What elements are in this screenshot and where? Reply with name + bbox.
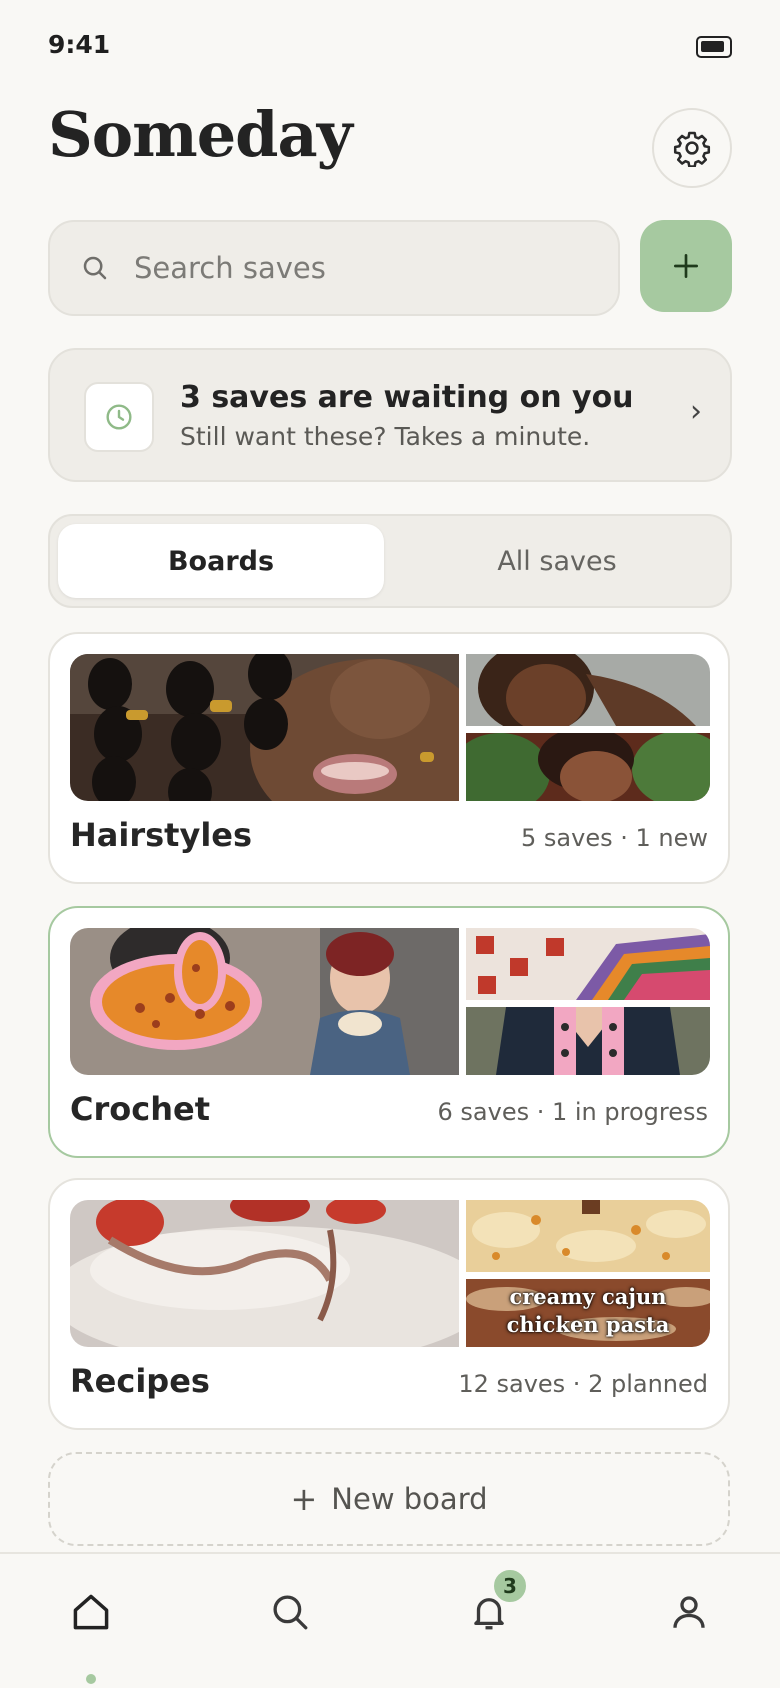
clock-icon — [106, 404, 132, 430]
user-icon — [673, 1596, 705, 1628]
settings-button[interactable] — [652, 108, 732, 188]
new-board-button[interactable]: + New board — [48, 1452, 730, 1546]
board-title: Crochet — [70, 1090, 210, 1128]
board-meta: 5 saves · 1 new — [521, 824, 708, 852]
board-card-hairstyles[interactable]: Hairstyles 5 saves · 1 new — [48, 632, 730, 884]
board-cover-top-right — [466, 928, 710, 1000]
board-cover-bottom-right — [466, 733, 710, 801]
page-title: Someday — [48, 98, 353, 171]
thumbnail-caption: creamy cajun chicken pasta — [506, 1284, 670, 1337]
chevron-right-icon: › — [690, 394, 702, 429]
plus-icon: + — [290, 1480, 318, 1518]
home-icon — [73, 1594, 109, 1630]
board-cover-top-right — [466, 1200, 710, 1272]
battery-icon — [696, 36, 732, 58]
board-title: Hairstyles — [70, 816, 253, 854]
board-cover-main — [70, 928, 459, 1075]
tab-search[interactable] — [260, 1582, 320, 1642]
board-card-crochet[interactable]: Crochet 6 saves · 1 in progress — [48, 906, 730, 1158]
plus-icon — [674, 254, 698, 278]
board-cover-main — [70, 1200, 459, 1347]
review-banner[interactable]: 3 saves are waiting on you Still want th… — [48, 348, 732, 482]
tab-boards[interactable]: Boards — [58, 524, 384, 598]
banner-subtitle: Still want these? Takes a minute. — [180, 422, 591, 451]
board-cover-bottom-right: creamy cajun chicken pasta — [466, 1279, 710, 1347]
board-title: Recipes — [70, 1362, 210, 1400]
board-cover-top-right — [466, 654, 710, 726]
gear-icon — [673, 131, 711, 167]
board-cover-main — [70, 654, 459, 801]
tab-home[interactable] — [61, 1582, 121, 1642]
view-segmented-control: Boards All saves — [48, 514, 732, 608]
tab-profile[interactable] — [659, 1582, 719, 1642]
search-icon — [80, 253, 110, 283]
search-icon — [273, 1595, 308, 1630]
status-time: 9:41 — [48, 30, 111, 59]
active-tab-indicator — [86, 1674, 96, 1684]
bottom-tab-bar: 3 — [0, 1552, 780, 1688]
new-board-label: New board — [331, 1482, 488, 1516]
banner-icon-box — [84, 382, 154, 452]
board-cover-bottom-right — [466, 1007, 710, 1075]
board-card-recipes[interactable]: creamy cajun chicken pasta Recipes 12 sa… — [48, 1178, 730, 1430]
search-placeholder: Search saves — [134, 251, 326, 285]
board-meta: 6 saves · 1 in progress — [437, 1098, 708, 1126]
search-input[interactable]: Search saves — [48, 220, 620, 316]
tab-all-saves[interactable]: All saves — [394, 524, 720, 598]
add-button[interactable] — [640, 220, 732, 312]
notifications-badge: 3 — [492, 1568, 528, 1604]
board-meta: 12 saves · 2 planned — [458, 1370, 708, 1398]
banner-title: 3 saves are waiting on you — [180, 380, 634, 415]
